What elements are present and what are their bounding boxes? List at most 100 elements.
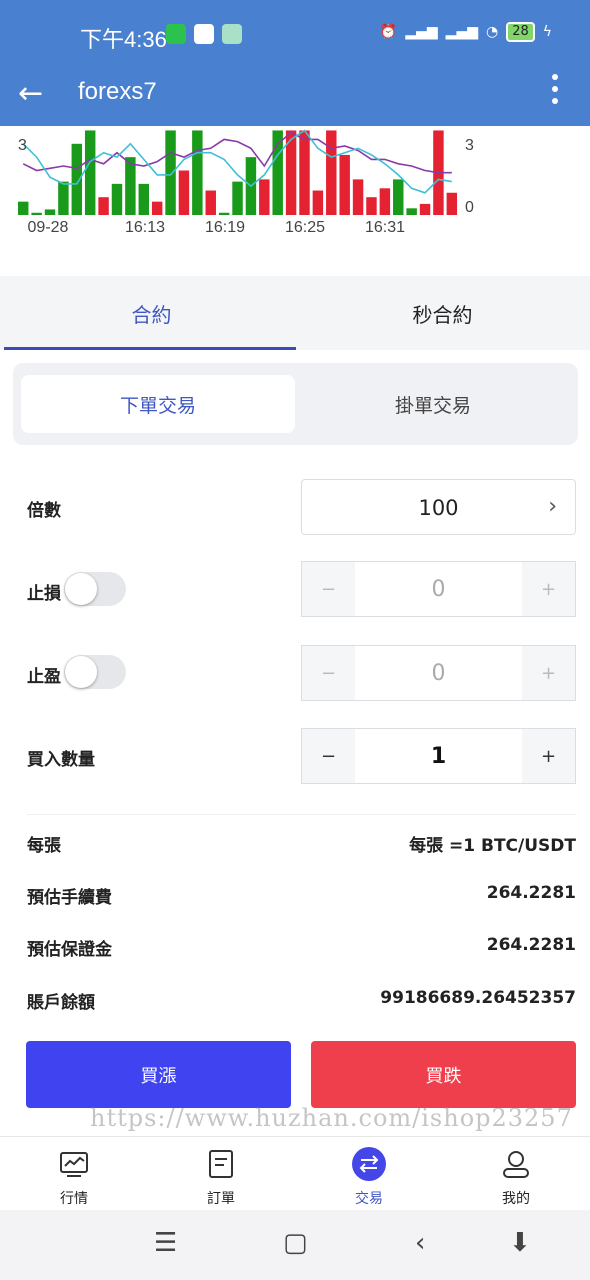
system-nav-bar: ☰ ▢ ‹ ⬇ <box>0 1210 590 1280</box>
chart-bar <box>71 143 83 215</box>
battery-icon: 28 <box>506 22 535 42</box>
fee-value: 264.2281 <box>486 883 576 903</box>
chart-bar <box>31 212 42 215</box>
watermark: https://www.huzhan.com/ishop23257 <box>90 1104 573 1132</box>
nav-label-profile: 我的 <box>502 1191 530 1207</box>
margin-value: 264.2281 <box>486 935 576 955</box>
per-lot-value: 每張 =1 BTC/USDT <box>409 836 576 856</box>
nav-label-market: 行情 <box>60 1191 88 1207</box>
nav-item-trade[interactable]: 交易 <box>295 1137 443 1211</box>
chart-svg: 09-28 16:13 16:19 16:25 16:31 3 3 0 <box>18 129 474 236</box>
chart-bar <box>326 130 337 215</box>
chart-bar <box>18 201 29 215</box>
signal-icon: ▂▄▆ <box>405 24 438 40</box>
stop-loss-toggle[interactable] <box>64 572 126 606</box>
take-profit-stepper[interactable]: − 0 + <box>301 645 576 701</box>
multiplier-label: 倍數 <box>27 501 61 521</box>
assistant-icon[interactable]: ⬇ <box>509 1228 531 1258</box>
stop-loss-stepper[interactable]: − 0 + <box>301 561 576 617</box>
arrow-left-icon[interactable]: ← <box>18 76 43 111</box>
buy-up-button[interactable]: 買漲 <box>26 1041 291 1108</box>
page-title: forexs7 <box>78 78 157 105</box>
chart-bar <box>419 203 431 215</box>
toggle-knob <box>65 573 97 605</box>
qq-icon <box>194 24 214 44</box>
stop-loss-minus-button[interactable]: − <box>302 562 355 616</box>
take-profit-label: 止盈 <box>27 667 61 687</box>
price-chart[interactable]: 09-28 16:13 16:19 16:25 16:31 3 3 0 <box>0 126 590 256</box>
take-profit-input[interactable]: 0 <box>355 646 522 700</box>
wechat-icon <box>166 24 186 44</box>
app-notification-icon <box>222 24 242 44</box>
nav-bar: ← forexs7 <box>0 70 590 126</box>
order-type-limit[interactable]: 掛單交易 <box>296 375 570 433</box>
quantity-plus-button[interactable]: + <box>522 729 575 783</box>
document-icon <box>209 1150 233 1178</box>
x-tick-label: 16:25 <box>285 219 325 236</box>
multiplier-select[interactable]: 100 › <box>301 479 576 535</box>
chart-bar <box>446 192 458 215</box>
alarm-icon: ⏰ <box>379 24 398 40</box>
nav-item-market[interactable]: 行情 <box>0 1137 148 1211</box>
chart-bar <box>192 130 203 215</box>
tab-underline <box>4 347 296 350</box>
chart-bar <box>151 201 163 215</box>
status-bar: 下午4:36 ⏰ ▂▄▆ ▂▄▆ ◔ 28 ϟ <box>0 0 590 70</box>
chart-bar <box>44 209 56 215</box>
status-right: ⏰ ▂▄▆ ▂▄▆ ◔ 28 ϟ <box>380 22 552 42</box>
order-type-market[interactable]: 下單交易 <box>21 375 295 433</box>
chart-bar <box>352 179 364 215</box>
tab-contract[interactable]: 合約 <box>4 276 299 350</box>
take-profit-minus-button[interactable]: − <box>302 646 355 700</box>
chart-bar <box>393 179 404 215</box>
balance-value: 99186689.26452357 <box>380 988 576 1008</box>
divider <box>27 814 576 815</box>
nav-item-profile[interactable]: 我的 <box>442 1137 590 1211</box>
notification-icons <box>166 24 242 44</box>
stop-loss-input[interactable]: 0 <box>355 562 522 616</box>
chart-bar <box>299 130 310 215</box>
buy-down-button[interactable]: 買跌 <box>311 1041 576 1108</box>
y-right-tick-label: 3 <box>465 137 474 154</box>
take-profit-toggle[interactable] <box>64 655 126 689</box>
order-type-segment: 下單交易 掛單交易 <box>13 363 578 445</box>
chart-bar <box>232 181 243 215</box>
chart-bar <box>125 157 136 215</box>
take-profit-plus-button[interactable]: + <box>522 646 575 700</box>
chart-bar <box>165 130 176 215</box>
quantity-label: 買入數量 <box>27 750 95 770</box>
toggle-knob <box>65 656 97 688</box>
fee-label: 預估手續費 <box>27 888 112 908</box>
nav-item-orders[interactable]: 訂單 <box>147 1137 295 1211</box>
back-icon[interactable]: ‹ <box>415 1228 425 1258</box>
tab-second-contract[interactable]: 秒合約 <box>295 276 590 350</box>
more-vertical-icon[interactable] <box>552 74 560 104</box>
charging-icon: ϟ <box>542 24 552 40</box>
chart-bar <box>84 130 96 215</box>
quantity-stepper[interactable]: − 1 + <box>301 728 576 784</box>
wifi-icon: ◔ <box>485 24 499 40</box>
y-left-tick-label: 3 <box>18 137 27 154</box>
chart-bar <box>98 197 109 215</box>
chart-bar <box>366 197 377 215</box>
y-right-tick-label: 0 <box>465 199 474 216</box>
chart-icon <box>60 1152 88 1177</box>
app-header: 下午4:36 ⏰ ▂▄▆ ▂▄▆ ◔ 28 ϟ ← forexs7 <box>0 0 590 126</box>
chart-bar <box>138 183 149 215</box>
chart-bar <box>259 179 270 215</box>
x-tick-label: 16:19 <box>205 219 245 236</box>
nav-label-orders: 訂單 <box>207 1191 235 1207</box>
home-icon[interactable]: ▢ <box>283 1228 308 1258</box>
quantity-input[interactable]: 1 <box>355 729 522 783</box>
chart-bar <box>58 181 69 215</box>
stop-loss-plus-button[interactable]: + <box>522 562 575 616</box>
multiplier-value: 100 <box>418 496 459 520</box>
menu-icon[interactable]: ☰ <box>154 1228 177 1258</box>
stop-loss-label: 止損 <box>27 584 61 604</box>
nav-label-trade: 交易 <box>355 1191 383 1207</box>
chart-bar <box>178 170 190 215</box>
quantity-minus-button[interactable]: − <box>302 729 355 783</box>
user-icon <box>503 1151 529 1178</box>
chart-bar <box>406 208 417 215</box>
per-lot-label: 每張 <box>27 836 61 856</box>
